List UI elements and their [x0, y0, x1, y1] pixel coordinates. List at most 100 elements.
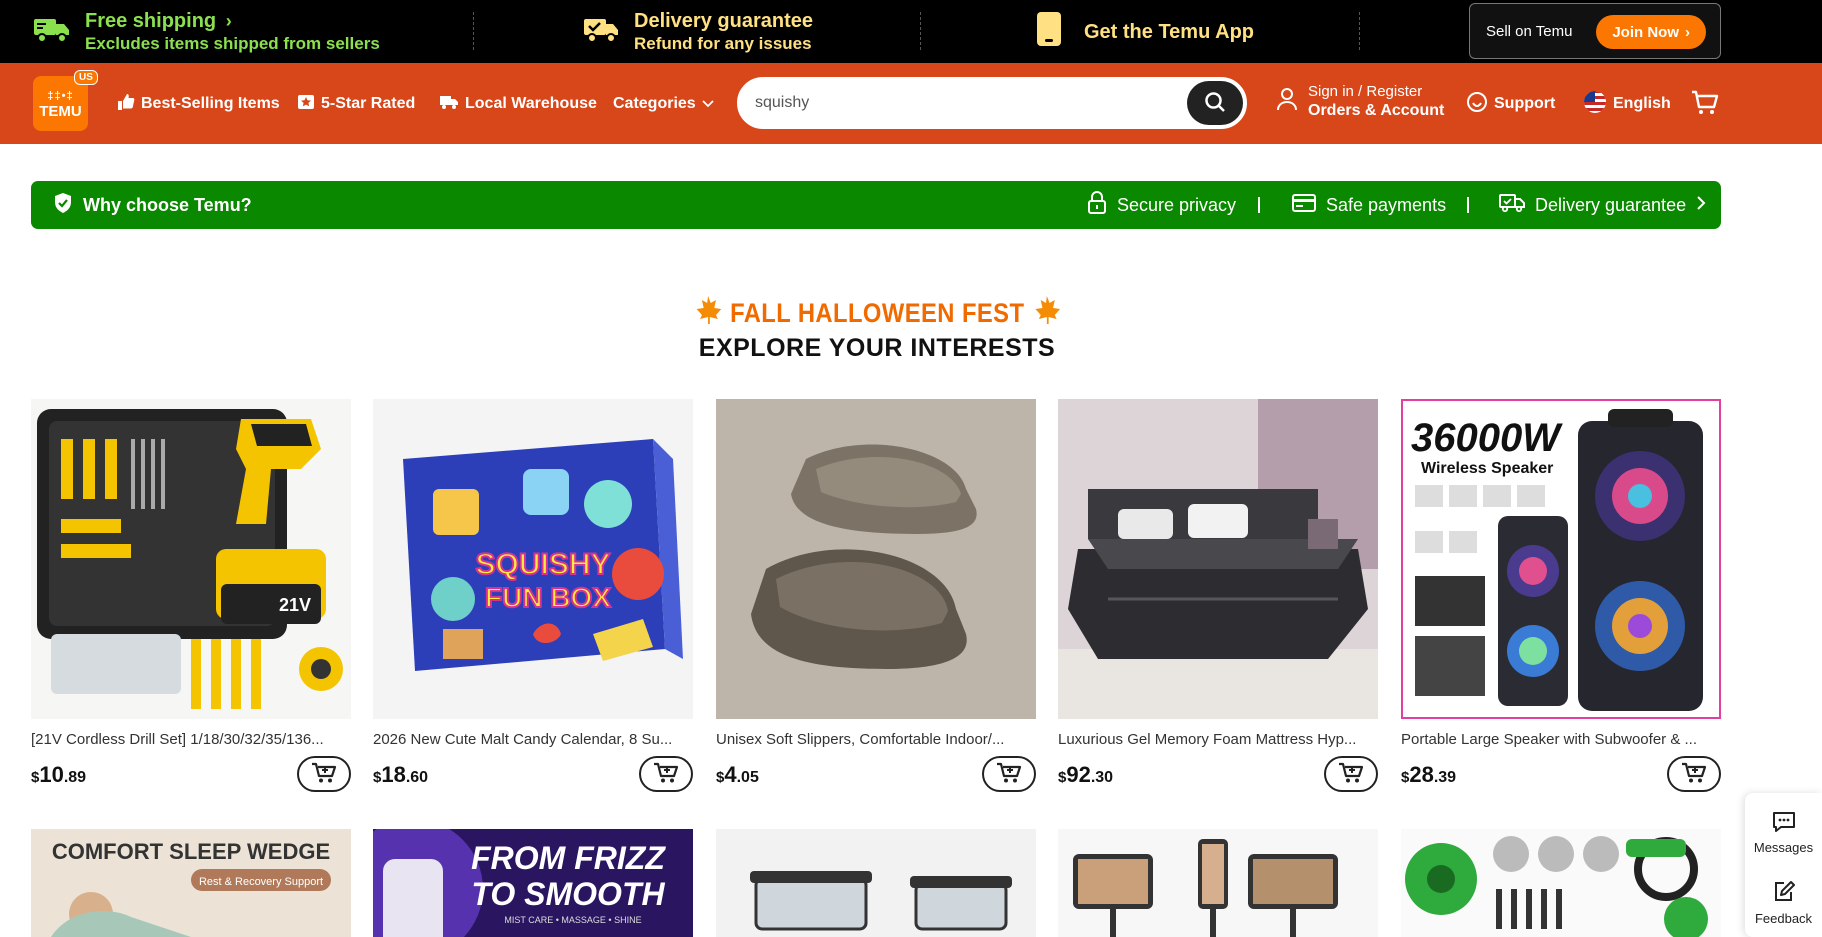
promo-title: FALL HALLOWEEN FEST — [693, 295, 1061, 332]
product-price: $18.60 — [373, 762, 428, 788]
price-row: $4.05 — [716, 756, 1036, 792]
promo-subtitle: EXPLORE YOUR INTERESTS — [698, 334, 1056, 362]
nav-best-selling[interactable]: Best-Selling Items — [117, 89, 280, 119]
nav-local-warehouse-label: Local Warehouse — [465, 95, 597, 112]
secure-privacy-label: Secure privacy — [1117, 194, 1237, 215]
add-to-cart-button[interactable] — [297, 756, 351, 792]
get-app-label: Get the Temu App — [1084, 20, 1254, 43]
promo-title-text: FALL HALLOWEEN FEST — [729, 298, 1025, 328]
add-to-cart-button[interactable] — [1667, 756, 1721, 792]
product-image-drill-set[interactable]: 21V — [31, 399, 351, 719]
speaker-subheadline: Wireless Speaker — [1421, 460, 1553, 477]
product-image-trimmer-kit[interactable] — [1401, 829, 1721, 937]
add-to-cart-button[interactable] — [639, 756, 693, 792]
product-title[interactable]: 2026 New Cute Malt Candy Calendar, 8 Su.… — [373, 731, 691, 748]
price-decimal: .60 — [405, 769, 429, 786]
cart-icon[interactable] — [1691, 90, 1719, 121]
product-price: $10.89 — [31, 762, 86, 788]
product-title[interactable]: Unisex Soft Slippers, Comfortable Indoor… — [716, 731, 1034, 748]
product-title[interactable]: [21V Cordless Drill Set] 1/18/30/32/35/1… — [31, 731, 349, 748]
secure-privacy-item: Secure privacy — [1087, 181, 1236, 229]
language-selector[interactable]: English — [1583, 89, 1671, 119]
add-cart-icon — [996, 762, 1022, 787]
support-chat-icon — [1466, 91, 1488, 118]
price-integer: 28 — [1409, 762, 1434, 787]
price-decimal: .39 — [1433, 769, 1457, 786]
hair-brush-line1: FROM FRIZZ — [471, 840, 666, 876]
product-image-phone-tripod[interactable] — [1058, 829, 1378, 937]
us-flag-icon — [1583, 90, 1607, 119]
divider — [920, 12, 921, 50]
product-card[interactable]: Unisex Soft Slippers, Comfortable Indoor… — [716, 399, 1036, 792]
phone-icon — [1036, 11, 1062, 52]
delivery-guarantee-item: Delivery guarantee — [1499, 181, 1706, 229]
product-image-food-containers[interactable] — [716, 829, 1036, 937]
product-image-mattress[interactable] — [1058, 399, 1378, 719]
product-card[interactable]: 21V [21V Cordless Drill Set] 1/18/30/32/… — [31, 399, 351, 792]
shield-check-icon — [53, 192, 73, 219]
free-shipping-title: Free shipping › — [85, 9, 380, 33]
user-icon — [1276, 87, 1298, 116]
logo-glyphs: ‡‡•‡ — [47, 89, 74, 102]
price-decimal: .05 — [736, 769, 759, 786]
add-to-cart-button[interactable] — [1324, 756, 1378, 792]
product-price: $4.05 — [716, 762, 759, 788]
product-card[interactable]: Luxurious Gel Memory Foam Mattress Hyp..… — [1058, 399, 1378, 792]
why-choose-title: Why choose Temu? — [53, 181, 252, 229]
search-icon — [1203, 90, 1227, 117]
product-price: $28.39 — [1401, 762, 1456, 788]
messages-button[interactable]: Messages — [1745, 811, 1822, 855]
logo-text: TEMU — [39, 102, 82, 120]
price-decimal: .30 — [1090, 769, 1114, 786]
price-row: $10.89 — [31, 756, 351, 792]
thumbs-up-icon — [117, 93, 135, 116]
divider — [473, 12, 474, 50]
region-badge: US — [74, 70, 98, 85]
hair-brush-subheadline: MIST CARE • MASSAGE • SHINE — [504, 915, 641, 925]
speaker-headline: 36000W — [1411, 416, 1563, 460]
product-card[interactable]: 36000W Wireless Speaker Portable Large S… — [1401, 399, 1721, 792]
product-card[interactable]: SQUISHY FUN BOX 2026 New Cute Malt Candy… — [373, 399, 693, 792]
delivery-guarantee-promo[interactable]: Delivery guarantee Refund for any issues — [582, 0, 813, 63]
get-app-promo[interactable]: Get the Temu App — [1036, 0, 1254, 63]
hair-brush-line2: TO SMOOTH — [471, 876, 665, 912]
drill-voltage-label: 21V — [279, 595, 311, 615]
feedback-button[interactable]: Feedback — [1745, 880, 1822, 926]
product-title[interactable]: Luxurious Gel Memory Foam Mattress Hyp..… — [1058, 731, 1376, 748]
product-image-slippers[interactable] — [716, 399, 1036, 719]
join-now-label: Join Now — [1612, 23, 1679, 41]
why-choose-temu-bar[interactable]: Why choose Temu? Secure privacy Safe pay… — [31, 181, 1721, 229]
account-menu[interactable]: Sign in / Register Orders & Account — [1276, 83, 1444, 120]
maple-leaf-icon — [1031, 295, 1061, 332]
price-integer: 18 — [381, 762, 406, 787]
nav-best-selling-label: Best-Selling Items — [141, 95, 280, 112]
search-input[interactable] — [755, 89, 1155, 117]
support-label: Support — [1494, 95, 1556, 112]
sell-on-temu-box: Sell on Temu Join Now › — [1469, 3, 1721, 59]
sleep-wedge-subheadline: Rest & Recovery Support — [199, 876, 323, 888]
search-button[interactable] — [1187, 81, 1243, 125]
price-decimal: .89 — [63, 769, 87, 786]
messages-label: Messages — [1753, 840, 1814, 855]
join-now-button[interactable]: Join Now › — [1596, 15, 1706, 49]
product-title[interactable]: Portable Large Speaker with Subwoofer & … — [1401, 731, 1719, 748]
nav-local-warehouse[interactable]: Local Warehouse — [439, 89, 597, 119]
free-shipping-promo[interactable]: Free shipping › Excludes items shipped f… — [33, 0, 380, 63]
support-link[interactable]: Support — [1466, 89, 1555, 119]
sleep-wedge-headline: COMFORT SLEEP WEDGE — [52, 839, 330, 864]
price-integer: 4 — [724, 762, 737, 787]
product-image-speaker[interactable]: 36000W Wireless Speaker — [1401, 399, 1721, 719]
add-to-cart-button[interactable] — [982, 756, 1036, 792]
sell-on-temu-link[interactable]: Sell on Temu — [1486, 23, 1572, 40]
feedback-edit-icon — [1772, 880, 1796, 907]
divider — [1258, 197, 1260, 213]
delivery-guarantee-label: Delivery guarantee — [1535, 194, 1687, 215]
price-row: $18.60 — [373, 756, 693, 792]
product-image-sleep-wedge[interactable]: COMFORT SLEEP WEDGE Rest & Recovery Supp… — [31, 829, 351, 937]
product-image-squishy-box[interactable]: SQUISHY FUN BOX — [373, 399, 693, 719]
orders-account-label: Orders & Account — [1308, 102, 1445, 119]
nav-categories[interactable]: Categories — [613, 89, 714, 119]
warehouse-truck-icon — [439, 94, 459, 115]
nav-five-star[interactable]: 5-Star Rated — [297, 89, 415, 119]
product-image-hair-brush[interactable]: FROM FRIZZ TO SMOOTH MIST CARE • MASSAGE… — [373, 829, 693, 937]
